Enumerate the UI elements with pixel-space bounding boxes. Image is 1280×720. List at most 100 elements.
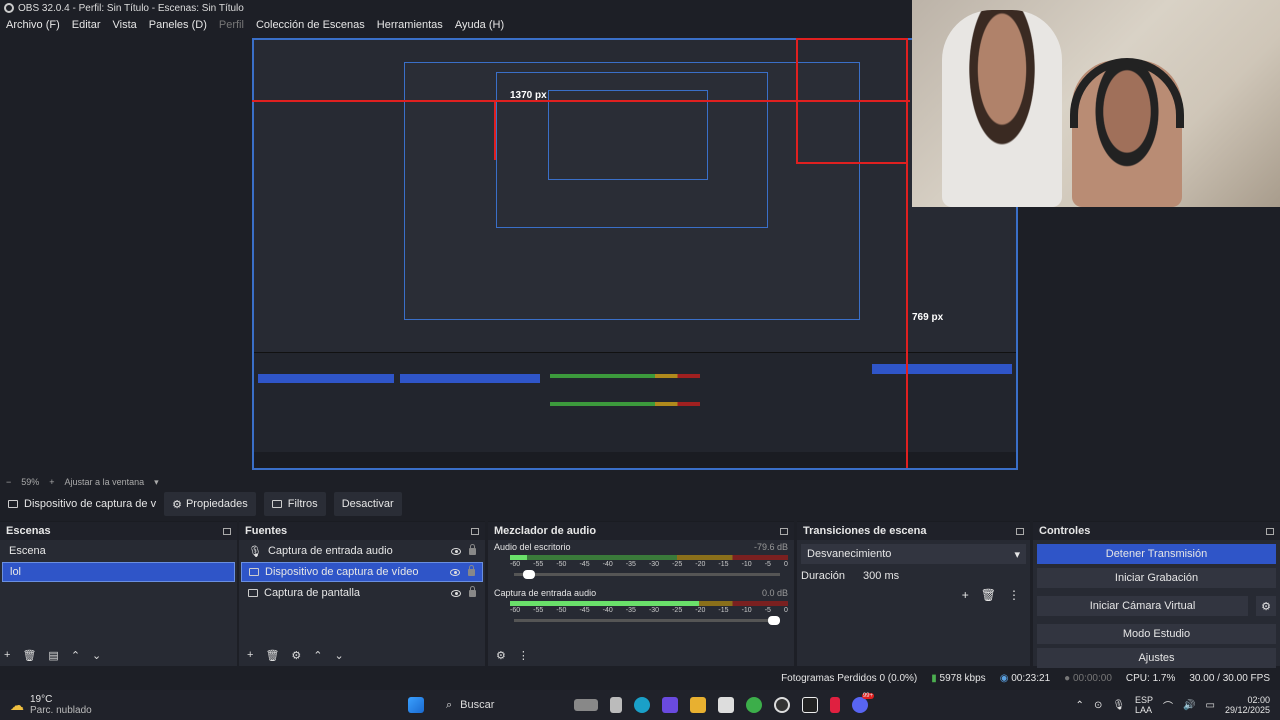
obs-taskbar-icon[interactable]: [774, 697, 790, 713]
move-down-icon[interactable]: ⌄: [92, 649, 101, 662]
system-tray: ⌃ ⊙ 🎙 ESP LAA ⌒ 🔊 ▭ 02:00 29/12/2025: [1076, 695, 1280, 715]
menu-archivo[interactable]: Archivo (F): [0, 19, 66, 31]
measure-box-left: [796, 38, 798, 164]
eye-icon[interactable]: [451, 547, 461, 555]
folder-icon[interactable]: [690, 697, 706, 713]
menu-vista[interactable]: Vista: [107, 19, 143, 31]
microphone-icon[interactable]: 🎙: [1112, 700, 1125, 711]
capcut-icon[interactable]: [802, 697, 818, 713]
chevron-up-icon[interactable]: ⌃: [1076, 700, 1084, 711]
wifi-icon[interactable]: ⌒: [1163, 698, 1173, 713]
gear-icon[interactable]: ⚙: [496, 649, 506, 662]
duration-label: Duración: [801, 570, 846, 582]
scale-tick: -50: [556, 561, 567, 568]
filter-icon: [271, 500, 282, 508]
lock-icon[interactable]: [469, 543, 476, 555]
menu-dots-icon[interactable]: ⋮: [518, 649, 529, 662]
battery-icon[interactable]: ▭: [1206, 700, 1215, 711]
scale-tick: 0: [783, 607, 788, 614]
lock-icon[interactable]: [469, 585, 476, 597]
zoom-out-button[interactable]: −: [6, 477, 11, 487]
chrome-icon[interactable]: [746, 697, 762, 713]
menu-perfil[interactable]: Perfil: [213, 19, 250, 31]
scale-tick: -10: [741, 561, 752, 568]
scale-tick: -60: [510, 607, 521, 614]
duration-spinbox[interactable]: 300 ms: [863, 570, 899, 582]
file-icon[interactable]: [610, 697, 622, 713]
speaker-icon[interactable]: 🔊: [1183, 700, 1195, 711]
slider-knob[interactable]: [768, 616, 780, 625]
volume-meter: [510, 601, 788, 606]
taskbar-search[interactable]: ⌕ Buscar: [438, 694, 568, 716]
scale-tick: -20: [695, 607, 706, 614]
undock-icon[interactable]: [780, 527, 788, 535]
move-up-icon[interactable]: ⌃: [313, 649, 322, 662]
start-virtual-camera-button[interactable]: Iniciar Cámara Virtual: [1037, 596, 1248, 616]
clock[interactable]: 02:00 29/12/2025: [1225, 695, 1270, 715]
undock-icon[interactable]: [471, 527, 479, 535]
menu-paneles[interactable]: Paneles (D): [143, 19, 213, 31]
gear-icon[interactable]: ⚙: [1256, 596, 1276, 616]
add-icon[interactable]: +: [962, 588, 969, 602]
undock-icon[interactable]: [1016, 527, 1024, 535]
source-item-selected[interactable]: Dispositivo de captura de vídeo: [241, 562, 483, 582]
add-icon[interactable]: +: [247, 649, 253, 662]
measure-label-width: 1370 px: [510, 90, 547, 101]
move-down-icon[interactable]: ⌄: [335, 649, 344, 662]
source-label: Captura de entrada audio: [267, 545, 393, 557]
zoom-in-button[interactable]: +: [49, 477, 54, 487]
move-up-icon[interactable]: ⌃: [71, 649, 80, 662]
meter-fill: [510, 601, 700, 606]
stop-streaming-button[interactable]: Detener Transmisión: [1037, 544, 1276, 564]
volume-slider[interactable]: [514, 570, 780, 579]
chevron-down-icon[interactable]: ▾: [154, 477, 159, 488]
scale-tick: -45: [579, 561, 590, 568]
start-recording-button[interactable]: Iniciar Grabación: [1037, 568, 1276, 588]
network-icon[interactable]: ⊙: [1094, 700, 1102, 711]
scene-item[interactable]: Escena: [2, 541, 235, 561]
scale-tick: -5: [764, 607, 771, 614]
source-item[interactable]: 🎙 Captura de entrada audio: [241, 541, 483, 561]
store-icon[interactable]: [718, 697, 734, 713]
preview-frame[interactable]: [252, 38, 1018, 470]
scale-tick: -35: [625, 561, 636, 568]
copilot-icon[interactable]: [662, 697, 678, 713]
slider-knob[interactable]: [523, 570, 536, 579]
discord-icon[interactable]: 99+: [852, 693, 874, 713]
scene-item-selected[interactable]: lol: [2, 562, 235, 582]
filters-button[interactable]: Filtros: [263, 492, 326, 516]
nested-meter-2: [550, 402, 700, 406]
trash-icon[interactable]: 🗑: [22, 649, 36, 662]
trash-icon[interactable]: 🗑: [265, 649, 279, 662]
source-item[interactable]: Captura de pantalla: [241, 583, 483, 603]
scenes-dock: Escenas Escena lol + 🗑 ▤ ⌃ ⌄: [0, 521, 237, 666]
menu-herramientas[interactable]: Herramientas: [371, 19, 449, 31]
menu-coleccion-escenas[interactable]: Colección de Escenas: [250, 19, 371, 31]
eye-icon[interactable]: [450, 568, 460, 576]
trash-icon[interactable]: 🗑: [981, 588, 996, 602]
properties-button[interactable]: ⚙ Propiedades: [164, 492, 256, 516]
menu-editar[interactable]: Editar: [66, 19, 107, 31]
settings-button[interactable]: Ajustes: [1037, 648, 1276, 668]
app-red-icon[interactable]: [830, 697, 840, 713]
filter-icon[interactable]: ▤: [48, 649, 58, 662]
language-indicator[interactable]: ESP LAA: [1135, 695, 1153, 715]
gear-icon[interactable]: ⚙: [291, 649, 301, 662]
windows-start-icon[interactable]: [408, 697, 424, 713]
volume-slider[interactable]: [514, 616, 780, 625]
measure-line-horizontal-2: [494, 100, 496, 160]
weather-widget[interactable]: ☁ 19°C Parc. nublado: [0, 694, 120, 716]
add-icon[interactable]: +: [4, 649, 10, 662]
menu-dots-icon[interactable]: ⋮: [1008, 588, 1020, 602]
eye-icon[interactable]: [451, 589, 461, 597]
undock-icon[interactable]: [223, 527, 231, 535]
deactivate-button[interactable]: Desactivar: [333, 492, 402, 516]
undock-icon[interactable]: [1266, 527, 1274, 535]
studio-mode-button[interactable]: Modo Estudio: [1037, 624, 1276, 644]
lock-icon[interactable]: [468, 564, 475, 576]
task-view-icon[interactable]: [574, 699, 598, 711]
transition-select[interactable]: Desvanecimiento ▾: [801, 544, 1026, 564]
zoom-fit-select[interactable]: Ajustar a la ventana: [65, 477, 145, 487]
menu-ayuda[interactable]: Ayuda (H): [449, 19, 510, 31]
edge-icon[interactable]: [634, 697, 650, 713]
